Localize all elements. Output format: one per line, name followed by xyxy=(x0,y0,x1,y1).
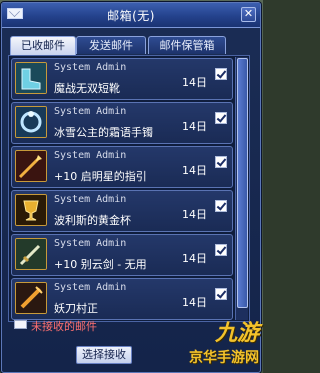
mail-checkbox[interactable] xyxy=(215,156,227,168)
mail-sender: System Admin xyxy=(54,194,127,205)
mail-tabs: 已收邮件 发送邮件 邮件保管箱 xyxy=(10,36,250,55)
scrollbar-thumb[interactable] xyxy=(237,58,248,308)
blade-icon xyxy=(15,282,47,314)
site-watermark: 九游 京华手游网 xyxy=(169,315,259,367)
mail-checkbox[interactable] xyxy=(215,244,227,256)
title-bar[interactable]: 邮箱(无) ✕ xyxy=(2,3,260,28)
mail-date: 14日 xyxy=(182,208,207,221)
boots-icon xyxy=(15,62,47,94)
mail-sender: System Admin xyxy=(54,106,127,117)
mail-subject: 波利斯的黄金杯 xyxy=(54,214,131,227)
mail-checkbox[interactable] xyxy=(215,68,227,80)
watermark-top: 九游 xyxy=(214,321,259,346)
tab-received[interactable]: 已收邮件 xyxy=(10,36,76,55)
select-receive-button[interactable]: 选择接收 xyxy=(76,346,132,364)
sword-icon xyxy=(15,238,47,270)
close-button[interactable]: ✕ xyxy=(241,7,256,22)
mail-row[interactable]: System Admin 冰雪公主的霜语手镯 14日 xyxy=(11,102,233,144)
mail-subject: +10 启明星的指引 xyxy=(54,170,147,183)
watermark-bottom: 京华手游网 xyxy=(189,350,259,366)
mail-subject: 魔战无双短靴 xyxy=(54,82,120,95)
unread-label: 未接收的邮件 xyxy=(31,320,97,333)
mail-date: 14日 xyxy=(182,296,207,309)
tab-send[interactable]: 发送邮件 xyxy=(76,36,146,54)
star-weapon-icon xyxy=(15,150,47,182)
mail-sender: System Admin xyxy=(54,62,127,73)
mail-checkbox[interactable] xyxy=(215,112,227,124)
mail-icon xyxy=(14,320,27,329)
mail-row[interactable]: System Admin 魔战无双短靴 14日 xyxy=(11,58,233,100)
mail-sender: System Admin xyxy=(54,282,127,293)
mail-sender: System Admin xyxy=(54,238,127,249)
mail-row[interactable]: System Admin 妖刀村正 14日 xyxy=(11,278,233,320)
mail-subject: 冰雪公主的霜语手镯 xyxy=(54,126,153,139)
tab-storage[interactable]: 邮件保管箱 xyxy=(148,36,226,54)
mail-list: System Admin 魔战无双短靴 14日 System Admin 冰雪公… xyxy=(8,55,250,322)
mail-subject: 妖刀村正 xyxy=(54,302,98,315)
bracelet-icon xyxy=(15,106,47,138)
mail-row[interactable]: System Admin +10 启明星的指引 14日 xyxy=(11,146,233,188)
mail-checkbox[interactable] xyxy=(215,200,227,212)
mail-date: 14日 xyxy=(182,252,207,265)
mail-sender: System Admin xyxy=(54,150,127,161)
mail-subject: +10 别云剑 - 无用 xyxy=(54,258,147,271)
mail-row[interactable]: System Admin +10 别云剑 - 无用 14日 xyxy=(11,234,233,276)
golden-cup-icon xyxy=(15,194,47,226)
mail-checkbox[interactable] xyxy=(215,288,227,300)
window-title: 邮箱(无) xyxy=(107,9,155,23)
mail-row[interactable]: System Admin 波利斯的黄金杯 14日 xyxy=(11,190,233,232)
mail-date: 14日 xyxy=(182,76,207,89)
mail-date: 14日 xyxy=(182,120,207,133)
mail-date: 14日 xyxy=(182,164,207,177)
